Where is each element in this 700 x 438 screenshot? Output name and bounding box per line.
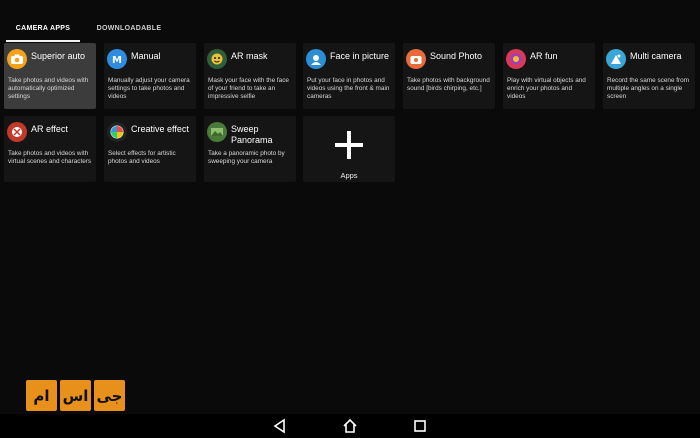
watermark-letter: اس	[60, 380, 91, 411]
active-tab-indicator	[6, 40, 80, 42]
ar-fun-icon	[506, 49, 526, 69]
app-tile-creative-effect[interactable]: Creative effect Select effects for artist…	[104, 116, 196, 182]
app-name: Face in picture	[330, 51, 390, 61]
app-name: Multi camera	[630, 51, 682, 61]
app-name: Superior auto	[31, 51, 86, 61]
manual-m-icon: M	[107, 49, 127, 69]
multi-camera-icon	[606, 49, 626, 69]
panorama-icon	[207, 122, 227, 142]
app-tile-ar-mask[interactable]: AR mask Mask your face with the face of y…	[204, 43, 296, 109]
app-tile-sound-photo[interactable]: Sound Photo Take photos with background s…	[403, 43, 495, 109]
watermark-letter: جی	[94, 380, 125, 411]
app-tile-superior-auto[interactable]: Superior auto Take photos and videos with…	[4, 43, 96, 109]
app-name: AR fun	[530, 51, 558, 61]
home-icon[interactable]	[342, 418, 358, 434]
app-tile-manual[interactable]: M Manual Manually adjust your camera setti…	[104, 43, 196, 109]
tab-downloadable[interactable]: DOWNLOADABLE	[88, 18, 170, 40]
sound-photo-icon	[406, 49, 426, 69]
system-navigation-bar	[0, 414, 700, 438]
app-tile-ar-effect[interactable]: AR effect Take photos and videos with vir…	[4, 116, 96, 182]
app-name: AR effect	[31, 124, 68, 134]
app-description: Take photos with background sound [birds…	[407, 77, 490, 93]
app-description: Take photos and videos with virtual scen…	[8, 150, 92, 166]
ar-mask-icon	[207, 49, 227, 69]
app-description: Mask your face with the face of your fri…	[208, 77, 289, 101]
app-name: Sound Photo	[430, 51, 483, 61]
add-apps-label: Apps	[340, 171, 358, 180]
app-description: Manually adjust your camera settings to …	[108, 77, 190, 101]
camera-icon	[7, 49, 27, 69]
app-name: AR mask	[231, 51, 268, 61]
creative-effect-icon	[107, 122, 127, 142]
app-tile-sweep-panorama[interactable]: Sweep Panorama Take a panoramic photo by …	[204, 116, 296, 182]
tab-bar: CAMERA APPS DOWNLOADABLE	[0, 18, 700, 42]
ar-effect-icon	[7, 122, 27, 142]
add-apps-button[interactable]: Apps	[303, 116, 395, 182]
app-tile-face-in-picture[interactable]: Face in picture Put your face in photos a…	[303, 43, 395, 109]
tab-camera-apps[interactable]: CAMERA APPS	[6, 18, 80, 40]
back-icon[interactable]	[272, 418, 288, 434]
app-description: Play with virtual objects and enrich you…	[507, 77, 586, 101]
plus-icon	[335, 131, 363, 159]
app-description: Take photos and videos with automaticall…	[8, 77, 89, 101]
app-name: Creative effect	[131, 124, 189, 134]
app-name: Manual	[131, 51, 161, 61]
app-description: Take a panoramic photo by sweeping your …	[208, 150, 285, 166]
app-tile-ar-fun[interactable]: AR fun Play with virtual objects and enri…	[503, 43, 595, 109]
face-in-picture-icon	[306, 49, 326, 69]
recents-icon[interactable]	[412, 418, 428, 434]
app-name: Sweep Panorama	[231, 124, 273, 145]
app-description: Record the same scene from multiple angl…	[607, 77, 690, 101]
watermark-letter: ام	[26, 380, 57, 411]
app-description: Select effects for artistic photos and v…	[108, 150, 176, 166]
svg-text:M: M	[112, 55, 122, 66]
app-description: Put your face in photos and videos using…	[307, 77, 390, 101]
app-tile-multi-camera[interactable]: Multi camera Record the same scene from m…	[603, 43, 695, 109]
